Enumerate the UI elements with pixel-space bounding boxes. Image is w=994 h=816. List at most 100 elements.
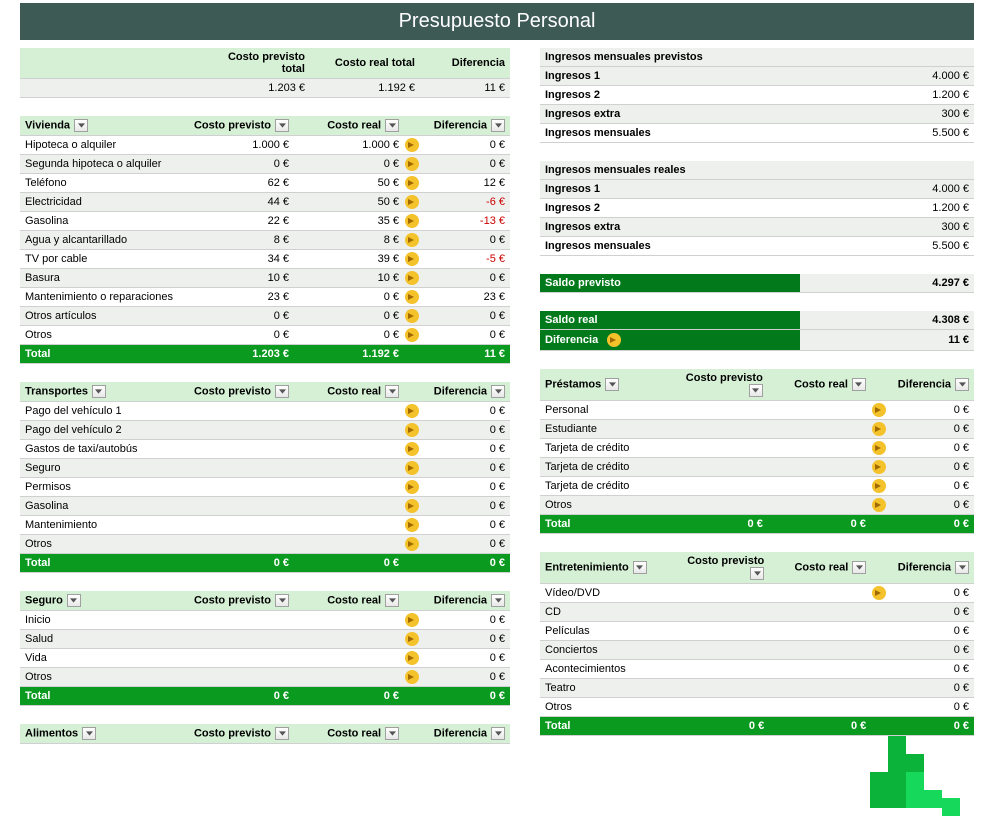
- col-prev[interactable]: Costo previsto: [184, 116, 294, 136]
- balance-row: Saldo real4.308 €: [540, 311, 974, 330]
- table-row[interactable]: Otros artículos0 €0 €0 €: [20, 307, 510, 326]
- table-row[interactable]: Tarjeta de crédito0 €: [540, 457, 974, 476]
- table-row[interactable]: Gasolina22 €35 €-13 €: [20, 212, 510, 231]
- col-diff[interactable]: Diferencia: [420, 591, 510, 611]
- table-row[interactable]: Gastos de taxi/autobús0 €: [20, 440, 510, 459]
- arrow-right-icon: [405, 157, 419, 171]
- table-row[interactable]: Mantenimiento0 €: [20, 516, 510, 535]
- col-real[interactable]: Costo real: [294, 724, 404, 744]
- filter-dropdown-icon[interactable]: [385, 727, 399, 740]
- filter-dropdown-icon[interactable]: [852, 561, 866, 574]
- table-row[interactable]: Otros0 €0 €0 €: [20, 326, 510, 345]
- income-row[interactable]: Ingresos 21.200 €: [540, 199, 974, 218]
- filter-dropdown-icon[interactable]: [852, 378, 866, 391]
- filter-dropdown-icon[interactable]: [749, 384, 763, 397]
- table-row[interactable]: Hipoteca o alquiler1.000 €1.000 €0 €: [20, 136, 510, 155]
- category-name[interactable]: Préstamos: [540, 369, 664, 401]
- filter-dropdown-icon[interactable]: [491, 385, 505, 398]
- col-diff[interactable]: Diferencia: [420, 724, 510, 744]
- income-row[interactable]: Ingresos extra300 €: [540, 218, 974, 237]
- row-real: [769, 659, 871, 678]
- col-real[interactable]: Costo real: [768, 369, 871, 401]
- table-row[interactable]: Seguro0 €: [20, 459, 510, 478]
- category-name[interactable]: Alimentos: [20, 724, 184, 744]
- income-row[interactable]: Ingresos 21.200 €: [540, 86, 974, 105]
- filter-dropdown-icon[interactable]: [491, 119, 505, 132]
- row-label: Otros: [20, 535, 184, 554]
- table-row[interactable]: CD0 €: [540, 602, 974, 621]
- filter-dropdown-icon[interactable]: [92, 385, 106, 398]
- row-diff: 12 €: [420, 174, 510, 193]
- col-real[interactable]: Costo real: [294, 591, 404, 611]
- col-diff[interactable]: Diferencia: [887, 552, 974, 584]
- table-row[interactable]: Agua y alcantarillado8 €8 €0 €: [20, 231, 510, 250]
- table-row[interactable]: Permisos0 €: [20, 478, 510, 497]
- filter-dropdown-icon[interactable]: [82, 727, 96, 740]
- col-prev[interactable]: Costo previsto: [664, 369, 768, 401]
- col-real[interactable]: Costo real: [294, 382, 404, 402]
- filter-dropdown-icon[interactable]: [385, 385, 399, 398]
- col-prev[interactable]: Costo previsto: [184, 382, 294, 402]
- table-row[interactable]: Tarjeta de crédito0 €: [540, 476, 974, 495]
- filter-dropdown-icon[interactable]: [955, 378, 969, 391]
- filter-dropdown-icon[interactable]: [491, 594, 505, 607]
- category-name[interactable]: Seguro: [20, 591, 184, 611]
- pixel-artifact: [888, 754, 906, 772]
- table-row[interactable]: Salud0 €: [20, 630, 510, 649]
- table-row[interactable]: Conciertos0 €: [540, 640, 974, 659]
- income-row[interactable]: Ingresos mensuales5.500 €: [540, 237, 974, 256]
- category-name[interactable]: Vivienda: [20, 116, 184, 136]
- table-row[interactable]: Películas0 €: [540, 621, 974, 640]
- col-diff[interactable]: Diferencia: [420, 116, 510, 136]
- table-row[interactable]: TV por cable34 €39 €-5 €: [20, 250, 510, 269]
- col-prev[interactable]: Costo previsto: [184, 724, 294, 744]
- filter-dropdown-icon[interactable]: [385, 594, 399, 607]
- table-row[interactable]: Estudiante0 €: [540, 419, 974, 438]
- filter-dropdown-icon[interactable]: [633, 561, 647, 574]
- table-row[interactable]: Otros0 €: [20, 668, 510, 687]
- filter-dropdown-icon[interactable]: [750, 567, 764, 580]
- col-prev[interactable]: Costo previsto: [184, 591, 294, 611]
- col-diff[interactable]: Diferencia: [887, 369, 974, 401]
- income-row[interactable]: Ingresos 14.000 €: [540, 67, 974, 86]
- table-row[interactable]: Vídeo/DVD0 €: [540, 583, 974, 602]
- table-row[interactable]: Otros0 €: [540, 697, 974, 716]
- filter-dropdown-icon[interactable]: [605, 378, 619, 391]
- table-row[interactable]: Teléfono62 €50 €12 €: [20, 174, 510, 193]
- filter-dropdown-icon[interactable]: [275, 119, 289, 132]
- category-name[interactable]: Entretenimiento: [540, 552, 666, 584]
- filter-dropdown-icon[interactable]: [67, 594, 81, 607]
- table-row[interactable]: Otros0 €: [20, 535, 510, 554]
- filter-dropdown-icon[interactable]: [275, 594, 289, 607]
- row-diff: 0 €: [420, 155, 510, 174]
- table-row[interactable]: Electricidad44 €50 €-6 €: [20, 193, 510, 212]
- table-row[interactable]: Otros0 €: [540, 495, 974, 514]
- col-prev[interactable]: Costo previsto: [666, 552, 769, 584]
- table-row[interactable]: Gasolina0 €: [20, 497, 510, 516]
- category-name[interactable]: Transportes: [20, 382, 184, 402]
- income-row[interactable]: Ingresos extra300 €: [540, 105, 974, 124]
- table-row[interactable]: Tarjeta de crédito0 €: [540, 438, 974, 457]
- col-real[interactable]: Costo real: [294, 116, 404, 136]
- income-row[interactable]: Ingresos 14.000 €: [540, 180, 974, 199]
- table-row[interactable]: Pago del vehículo 20 €: [20, 421, 510, 440]
- table-row[interactable]: Segunda hipoteca o alquiler0 €0 €0 €: [20, 155, 510, 174]
- col-real[interactable]: Costo real: [769, 552, 871, 584]
- filter-dropdown-icon[interactable]: [491, 727, 505, 740]
- table-row[interactable]: Basura10 €10 €0 €: [20, 269, 510, 288]
- table-row[interactable]: Teatro0 €: [540, 678, 974, 697]
- filter-dropdown-icon[interactable]: [275, 727, 289, 740]
- filter-dropdown-icon[interactable]: [74, 119, 88, 132]
- table-row[interactable]: Acontecimientos0 €: [540, 659, 974, 678]
- col-diff[interactable]: Diferencia: [420, 382, 510, 402]
- filter-dropdown-icon[interactable]: [275, 385, 289, 398]
- row-real: [769, 678, 871, 697]
- filter-dropdown-icon[interactable]: [955, 561, 969, 574]
- table-row[interactable]: Vida0 €: [20, 649, 510, 668]
- table-row[interactable]: Mantenimiento o reparaciones23 €0 €23 €: [20, 288, 510, 307]
- filter-dropdown-icon[interactable]: [385, 119, 399, 132]
- table-row[interactable]: Inicio0 €: [20, 611, 510, 630]
- income-row[interactable]: Ingresos mensuales5.500 €: [540, 124, 974, 143]
- table-row[interactable]: Personal0 €: [540, 400, 974, 419]
- table-row[interactable]: Pago del vehículo 10 €: [20, 402, 510, 421]
